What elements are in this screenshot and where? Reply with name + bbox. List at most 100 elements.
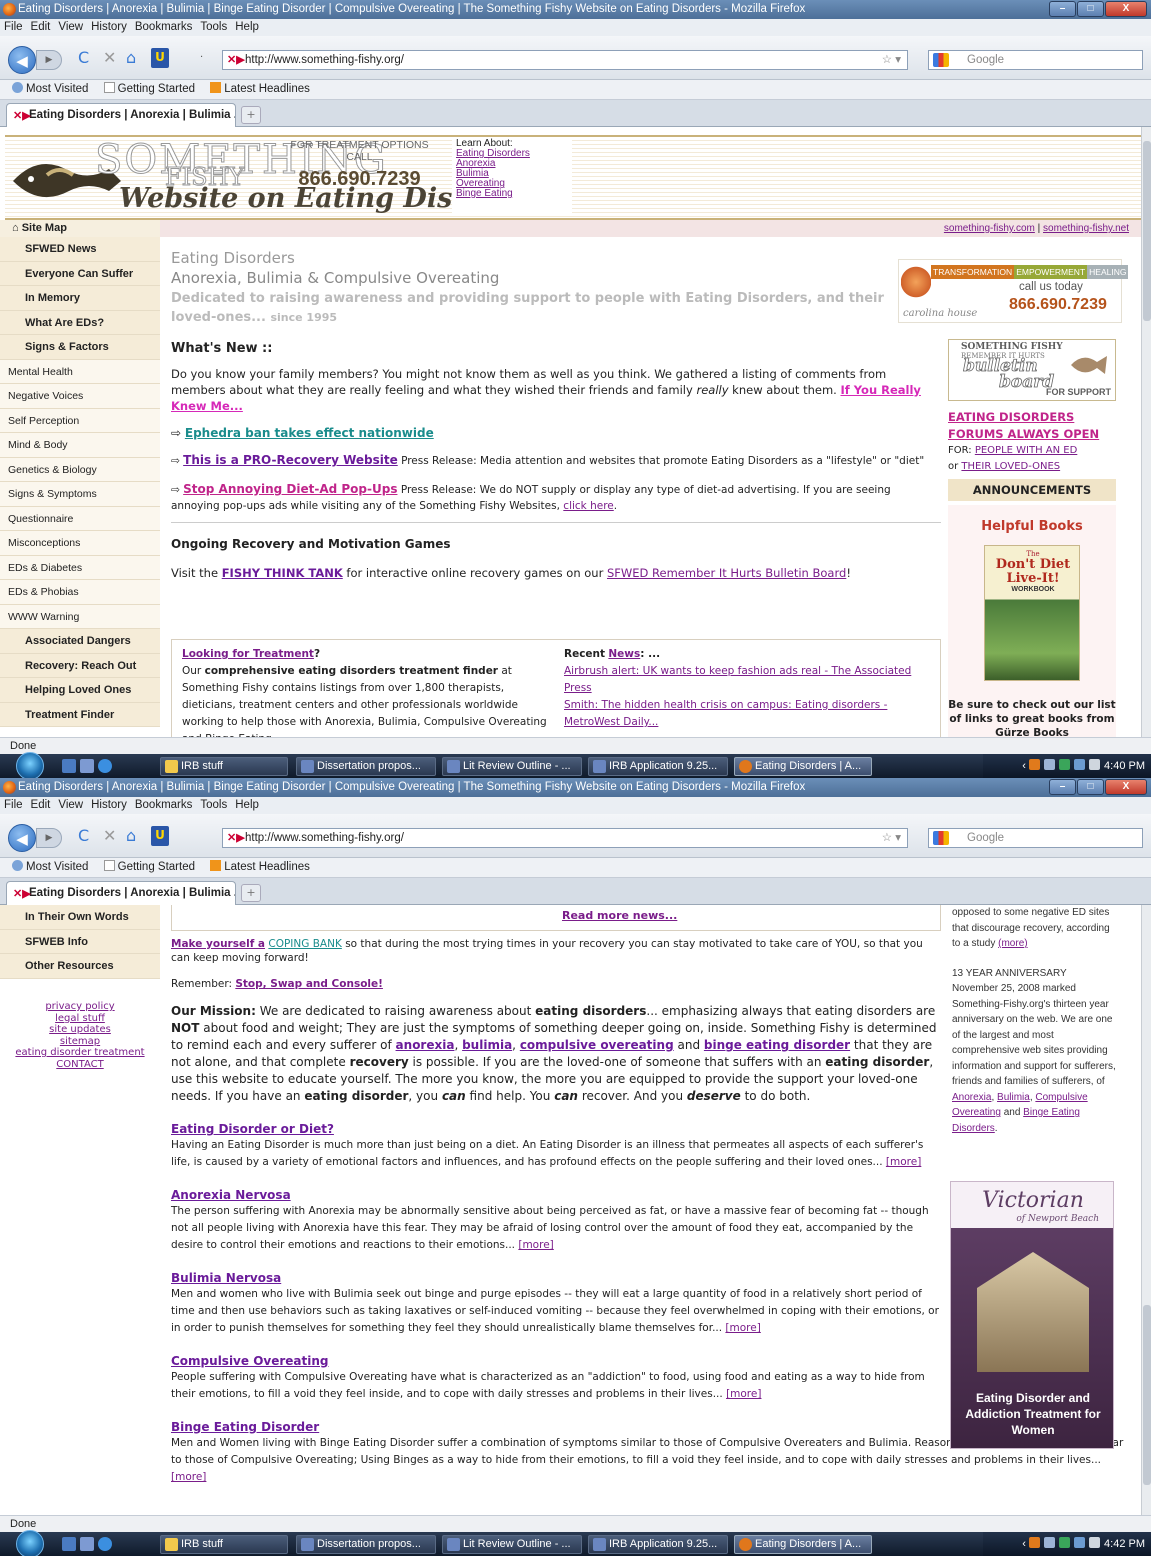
home-icon[interactable]: ⌂ <box>126 822 136 850</box>
taskbar-item[interactable]: IRB stuff <box>160 1535 288 1554</box>
tray-icon[interactable] <box>1044 759 1056 770</box>
new-tab-button[interactable]: + <box>241 106 261 124</box>
toolbar-addon-icon[interactable]: U <box>151 48 169 68</box>
menu-edit[interactable]: Edit <box>31 21 51 33</box>
taskbar-item[interactable]: Dissertation propos... <box>296 1535 436 1554</box>
sidebar-item[interactable]: SFWEB Info <box>0 929 160 954</box>
section-title-link[interactable]: Compulsive Overeating <box>171 1353 941 1369</box>
news-link[interactable]: News <box>608 648 640 660</box>
show-desktop-icon[interactable] <box>62 759 76 773</box>
url-bar[interactable]: ✕▶ http://www.something-fishy.org/ ☆ ▾ <box>222 828 908 848</box>
learn-link-binge-eating[interactable]: Binge Eating <box>456 189 572 199</box>
sidebar-item[interactable]: Questionnaire <box>0 506 160 531</box>
click-here-link[interactable]: click here <box>563 500 613 512</box>
sidebar-item[interactable]: Treatment Finder <box>0 702 160 727</box>
bookmark-getting-started[interactable]: Getting Started <box>103 860 201 873</box>
taskbar-item[interactable]: Lit Review Outline - ... <box>442 1535 582 1554</box>
search-input[interactable]: Google⚲ <box>928 828 1151 848</box>
back-button[interactable]: ◀ <box>8 46 36 74</box>
sidebar-item[interactable]: EDs & Diabetes <box>0 555 160 580</box>
menu-file[interactable]: File <box>4 21 23 33</box>
ie-icon[interactable] <box>98 759 112 773</box>
menu-history[interactable]: History <box>91 799 127 811</box>
reload-icon[interactable]: C <box>78 822 89 850</box>
new-tab-button[interactable]: + <box>241 884 261 902</box>
sidebar-item[interactable]: Associated Dangers <box>0 629 160 654</box>
stop-icon[interactable]: ✕ <box>103 44 116 72</box>
tray-icon[interactable] <box>1059 759 1071 770</box>
bookmark-latest-headlines[interactable]: Latest Headlines <box>210 860 316 873</box>
bulletin-board-link[interactable]: SFWED Remember It Hurts Bulletin Board <box>607 566 846 580</box>
sidebar-item[interactable]: Recovery: Reach Out <box>0 653 160 678</box>
menu-file[interactable]: File <box>4 799 23 811</box>
forward-button[interactable]: ▶ <box>36 828 62 848</box>
menu-view[interactable]: View <box>58 799 83 811</box>
coping-pre[interactable]: Make yourself a <box>171 938 265 950</box>
sidebar-item[interactable]: Signs & Symptoms <box>0 482 160 507</box>
news-headline-link[interactable]: Smith: The hidden health crisis on campu… <box>564 699 887 728</box>
tab-eating-disorders[interactable]: ✕▶ Eating Disorders | Anorexia | Bulimia … <box>6 881 236 905</box>
contact-link[interactable]: CONTACT <box>0 1059 160 1071</box>
read-more-news-link[interactable]: Read more news... <box>562 909 677 922</box>
home-icon[interactable]: ⌂ <box>126 44 136 72</box>
vertical-scrollbar[interactable] <box>1141 127 1151 737</box>
maximize-button[interactable]: □ <box>1077 779 1104 795</box>
close-button[interactable]: X <box>1105 1 1147 17</box>
search-input[interactable]: Google⚲ <box>928 50 1151 70</box>
stop-swap-console-link[interactable]: Stop, Swap and Console! <box>235 978 383 990</box>
bookmark-latest-headlines[interactable]: Latest Headlines <box>210 82 316 95</box>
stop-icon[interactable]: ✕ <box>103 822 116 850</box>
bookmark-star-icon[interactable]: ☆ ▾ <box>882 51 901 69</box>
link-something-fishy-com[interactable]: something-fishy.com <box>944 223 1035 234</box>
switch-windows-icon[interactable] <box>80 759 94 773</box>
start-button[interactable] <box>16 1530 44 1556</box>
taskbar-item[interactable]: IRB Application 9.25... <box>588 757 728 776</box>
dropdown-dot-icon[interactable]: · <box>200 44 203 72</box>
anorexia-link[interactable]: Anorexia <box>952 1092 991 1103</box>
compulsive-overeating-link[interactable]: compulsive overeating <box>520 1038 674 1052</box>
bookmark-most-visited[interactable]: Most Visited <box>12 860 94 873</box>
section-title-link[interactable]: Bulimia Nervosa <box>171 1270 941 1286</box>
bookmark-star-icon[interactable]: ☆ ▾ <box>882 829 901 847</box>
bulimia-link[interactable]: bulimia <box>462 1038 512 1052</box>
sidebar-item[interactable]: Other Resources <box>0 954 160 979</box>
menu-bookmarks[interactable]: Bookmarks <box>135 799 193 811</box>
book-cover[interactable]: The Don't Diet Live-It! WORKBOOK <box>984 545 1080 681</box>
network-icon[interactable] <box>1074 759 1086 770</box>
reload-icon[interactable]: C <box>78 44 89 72</box>
sidebar-site-map[interactable]: ⌂ Site Map <box>0 220 160 237</box>
vertical-scrollbar[interactable] <box>1141 905 1151 1515</box>
taskbar-item[interactable]: IRB Application 9.25... <box>588 1535 728 1554</box>
sidebar-item[interactable]: Misconceptions <box>0 531 160 556</box>
menu-help[interactable]: Help <box>235 21 259 33</box>
more-link[interactable]: [more] <box>518 1239 553 1251</box>
binge-eating-disorder-link[interactable]: binge eating disorder <box>704 1038 850 1052</box>
taskbar-item[interactable]: Eating Disorders | A... <box>734 757 872 776</box>
toolbar-addon-icon[interactable]: U <box>151 826 169 846</box>
maximize-button[interactable]: □ <box>1077 1 1104 17</box>
minimize-button[interactable]: – <box>1049 1 1076 17</box>
menu-edit[interactable]: Edit <box>31 799 51 811</box>
sitemap-link[interactable]: sitemap <box>0 1036 160 1048</box>
section-title-link[interactable]: Eating Disorder or Diet? <box>171 1121 941 1137</box>
legal-stuff-link[interactable]: legal stuff <box>0 1013 160 1025</box>
treatment-link[interactable]: eating disorder treatment <box>0 1047 160 1059</box>
anorexia-link[interactable]: anorexia <box>396 1038 455 1052</box>
looking-for-treatment-link[interactable]: Looking for Treatment <box>182 648 314 660</box>
sidebar-item[interactable]: Genetics & Biology <box>0 457 160 482</box>
sidebar-item[interactable]: WWW Warning <box>0 604 160 629</box>
link-something-fishy-net[interactable]: something-fishy.net <box>1043 223 1129 234</box>
sidebar-item[interactable]: In Their Own Words <box>0 905 160 930</box>
url-bar[interactable]: ✕▶ http://www.something-fishy.org/ ☆ ▾ <box>222 50 908 70</box>
sidebar-item[interactable]: Signs & Factors <box>0 335 160 360</box>
tray-icon[interactable] <box>1059 1537 1071 1548</box>
sidebar-item[interactable]: Everyone Can Suffer <box>0 261 160 286</box>
menu-tools[interactable]: Tools <box>200 799 227 811</box>
taskbar-item[interactable]: Dissertation propos... <box>296 757 436 776</box>
more-link[interactable]: [more] <box>726 1388 761 1400</box>
sidebar-item[interactable]: Mental Health <box>0 359 160 384</box>
taskbar-item[interactable]: IRB stuff <box>160 757 288 776</box>
more-link[interactable]: [more] <box>725 1322 760 1334</box>
back-button[interactable]: ◀ <box>8 824 36 852</box>
fishy-think-tank-link[interactable]: FISHY THINK TANK <box>222 566 343 580</box>
